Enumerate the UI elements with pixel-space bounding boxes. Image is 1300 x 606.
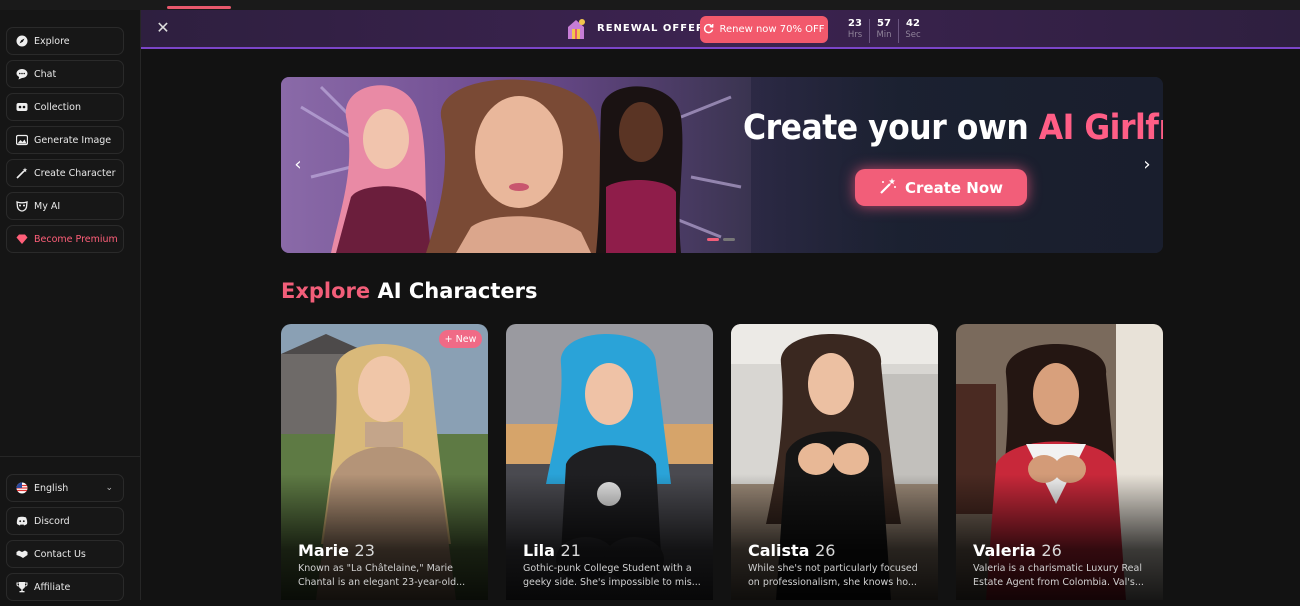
banner-title-prefix: Create your own <box>743 108 1039 148</box>
carousel-dot[interactable] <box>723 238 735 241</box>
banner-title-highlight: AI Girlfriend <box>1038 108 1163 148</box>
section-title: Explore AI Characters <box>281 279 538 303</box>
sidebar-item-label: Generate Image <box>34 134 112 146</box>
sidebar-item-contact-us[interactable]: Contact Us <box>6 540 124 568</box>
timer-seconds: 42 Sec <box>899 17 927 45</box>
chat-bubble-icon <box>16 68 28 80</box>
character-card-marie[interactable]: + New Marie 23 Known as "La Châtelaine,"… <box>281 324 488 600</box>
section-title-highlight: Explore <box>281 279 371 303</box>
timer-hours-label: Hrs <box>847 30 863 40</box>
sidebar-item-label: Chat <box>34 68 57 80</box>
character-age: 26 <box>815 541 836 560</box>
character-description: Known as "La Châtelaine," Marie Chantal … <box>298 563 466 588</box>
sidebar-item-label: Affiliate <box>34 581 71 593</box>
sidebar-item-label: Become Premium <box>34 233 118 245</box>
sidebar-item-collection[interactable]: Collection <box>6 93 124 121</box>
house-gift-icon <box>565 17 587 41</box>
character-name-text: Valeria <box>973 541 1036 560</box>
banner-character-photo <box>281 77 751 253</box>
timer-seconds-value: 42 <box>906 18 920 29</box>
renewal-offer-label: RENEWAL OFFER <box>597 23 705 34</box>
language-selector[interactable]: English ⌄ <box>6 474 124 502</box>
section-title-rest: AI Characters <box>370 279 538 303</box>
timer-minutes: 57 Min <box>870 17 898 45</box>
character-name: Marie 23 <box>298 541 375 560</box>
sidebar-item-label: Discord <box>34 515 70 527</box>
new-badge: + New <box>439 330 482 348</box>
active-tab-indicator <box>167 6 231 9</box>
create-now-label: Create Now <box>905 178 1003 197</box>
magic-wand-icon <box>16 167 28 179</box>
sidebar-nav: Explore Chat Collection Generate Image C… <box>6 27 124 258</box>
carousel-next-icon[interactable]: › <box>1138 155 1156 175</box>
character-card-lila[interactable]: Lila 21 Gothic-punk College Student with… <box>506 324 713 600</box>
carousel-prev-icon[interactable]: ‹ <box>289 155 307 175</box>
timer-seconds-label: Sec <box>905 30 921 40</box>
character-age: 21 <box>560 541 581 560</box>
character-description: Gothic-punk College Student with a geeky… <box>523 563 701 588</box>
character-name: Valeria 26 <box>973 541 1062 560</box>
sidebar-item-label: My AI <box>34 200 61 212</box>
sidebar-item-discord[interactable]: Discord <box>6 507 124 535</box>
magic-wand-icon <box>879 177 897 199</box>
sidebar-item-my-ai[interactable]: My AI <box>6 192 124 220</box>
character-description: Valeria is a charismatic Luxury Real Est… <box>973 563 1144 588</box>
sidebar-item-label: Create Character <box>34 167 116 179</box>
sidebar-divider <box>0 456 141 457</box>
character-name-text: Calista <box>748 541 810 560</box>
character-card-calista[interactable]: Calista 26 While she's not particularly … <box>731 324 938 600</box>
timer-hours-value: 23 <box>848 18 862 29</box>
sidebar-item-explore[interactable]: Explore <box>6 27 124 55</box>
collection-icon <box>16 101 28 113</box>
character-name: Lila 21 <box>523 541 581 560</box>
close-icon[interactable]: ✕ <box>154 19 172 37</box>
sidebar-item-label: Collection <box>34 101 81 113</box>
sidebar-item-become-premium[interactable]: Become Premium <box>6 225 124 253</box>
character-name: Calista 26 <box>748 541 835 560</box>
create-now-button[interactable]: Create Now <box>855 169 1027 206</box>
timer-minutes-label: Min <box>876 30 892 40</box>
timer-hours: 23 Hrs <box>841 17 869 45</box>
sidebar-item-generate-image[interactable]: Generate Image <box>6 126 124 154</box>
top-strip <box>0 0 1300 10</box>
handshake-icon <box>16 548 28 560</box>
banner-title: Create your own AI Girlfriend <box>743 108 1163 148</box>
sidebar: Explore Chat Collection Generate Image C… <box>0 10 141 601</box>
sidebar-item-affiliate[interactable]: Affiliate <box>6 573 124 601</box>
refresh-icon <box>703 23 714 37</box>
character-card-valeria[interactable]: Valeria 26 Valeria is a charismatic Luxu… <box>956 324 1163 600</box>
character-name-text: Marie <box>298 541 349 560</box>
renew-now-label: Renew now 70% OFF <box>719 24 825 35</box>
us-flag-icon <box>16 482 28 494</box>
character-description: While she's not particularly focused on … <box>748 563 918 588</box>
language-label: English <box>34 482 69 494</box>
banner-background <box>751 77 1163 253</box>
image-icon <box>16 134 28 146</box>
chevron-down-icon: ⌄ <box>105 483 113 493</box>
sidebar-item-chat[interactable]: Chat <box>6 60 124 88</box>
carousel-dot[interactable] <box>707 238 719 241</box>
hero-banner[interactable]: Create your own AI Girlfriend Create Now… <box>281 77 1163 253</box>
character-age: 23 <box>354 541 375 560</box>
trophy-icon <box>16 581 28 593</box>
discord-icon <box>16 515 28 527</box>
renewal-offer-bar: ✕ RENEWAL OFFER Renew now 70% OFF 23 Hrs… <box>141 10 1300 49</box>
carousel-dots <box>707 238 735 241</box>
sidebar-item-create-character[interactable]: Create Character <box>6 159 124 187</box>
sidebar-bottom: English ⌄ Discord Contact Us Affiliate <box>6 474 124 606</box>
timer-minutes-value: 57 <box>877 18 891 29</box>
character-age: 26 <box>1041 541 1062 560</box>
sidebar-item-label: Explore <box>34 35 70 47</box>
sidebar-item-label: Contact Us <box>34 548 86 560</box>
compass-icon <box>16 35 28 47</box>
diamond-icon <box>16 233 28 245</box>
renew-now-button[interactable]: Renew now 70% OFF <box>700 16 828 43</box>
character-name-text: Lila <box>523 541 555 560</box>
countdown-timer: 23 Hrs 57 Min 42 Sec <box>841 17 927 45</box>
mask-icon <box>16 200 28 212</box>
